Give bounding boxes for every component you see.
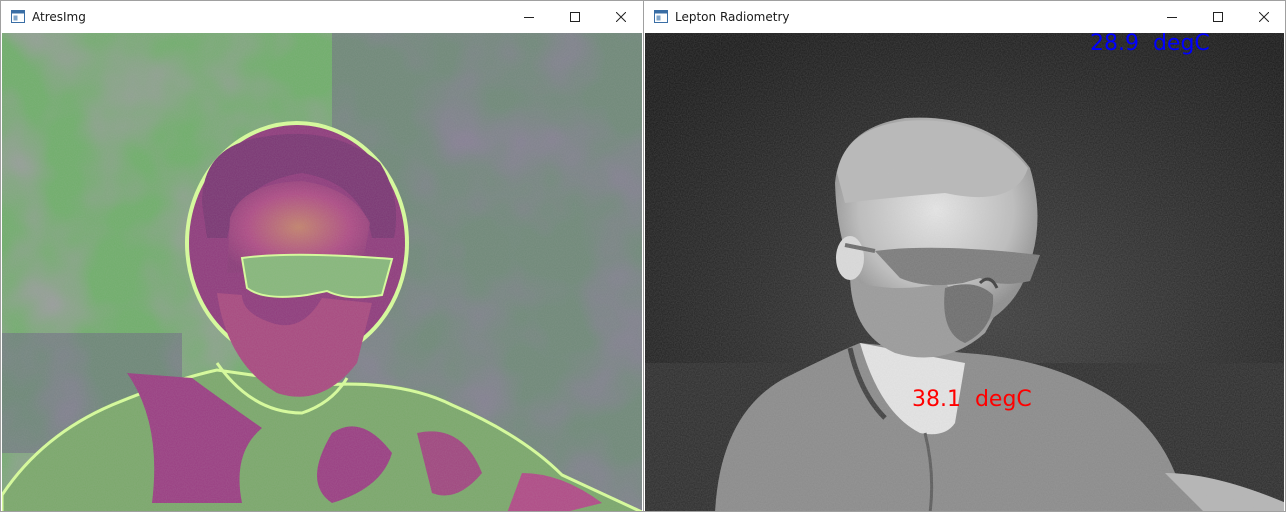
lepton-image-view: 28.9 degC 38.1 degC	[645, 33, 1284, 511]
lepton-titlebar[interactable]: Lepton Radiometry	[644, 1, 1285, 33]
minimize-icon	[524, 17, 534, 18]
close-icon	[616, 12, 626, 22]
maximize-button[interactable]	[552, 1, 598, 33]
window-title: AtresImg	[32, 10, 86, 24]
app-window-icon	[11, 10, 25, 23]
atresimg-image-view	[2, 33, 642, 511]
app-window-icon	[654, 10, 668, 23]
maximize-icon	[1213, 12, 1223, 22]
close-button[interactable]	[598, 1, 643, 33]
maximize-icon	[570, 12, 580, 22]
minimize-button[interactable]	[1149, 1, 1195, 33]
minimize-button[interactable]	[506, 1, 552, 33]
atresimg-window[interactable]: AtresImg	[0, 0, 644, 512]
false-color-thermal-image	[2, 33, 642, 511]
atresimg-titlebar[interactable]: AtresImg	[1, 1, 643, 33]
lepton-radiometry-window[interactable]: Lepton Radiometry 28.9 degC 38.1 degC	[643, 0, 1286, 512]
spot-temperature-readout: 38.1 degC	[912, 387, 1032, 412]
grayscale-thermal-image	[645, 33, 1284, 511]
minimize-icon	[1167, 17, 1177, 18]
maximize-button[interactable]	[1195, 1, 1241, 33]
window-title: Lepton Radiometry	[675, 10, 790, 24]
close-button[interactable]	[1241, 1, 1285, 33]
max-temperature-readout: 28.9 degC	[1090, 33, 1210, 56]
close-icon	[1259, 12, 1269, 22]
